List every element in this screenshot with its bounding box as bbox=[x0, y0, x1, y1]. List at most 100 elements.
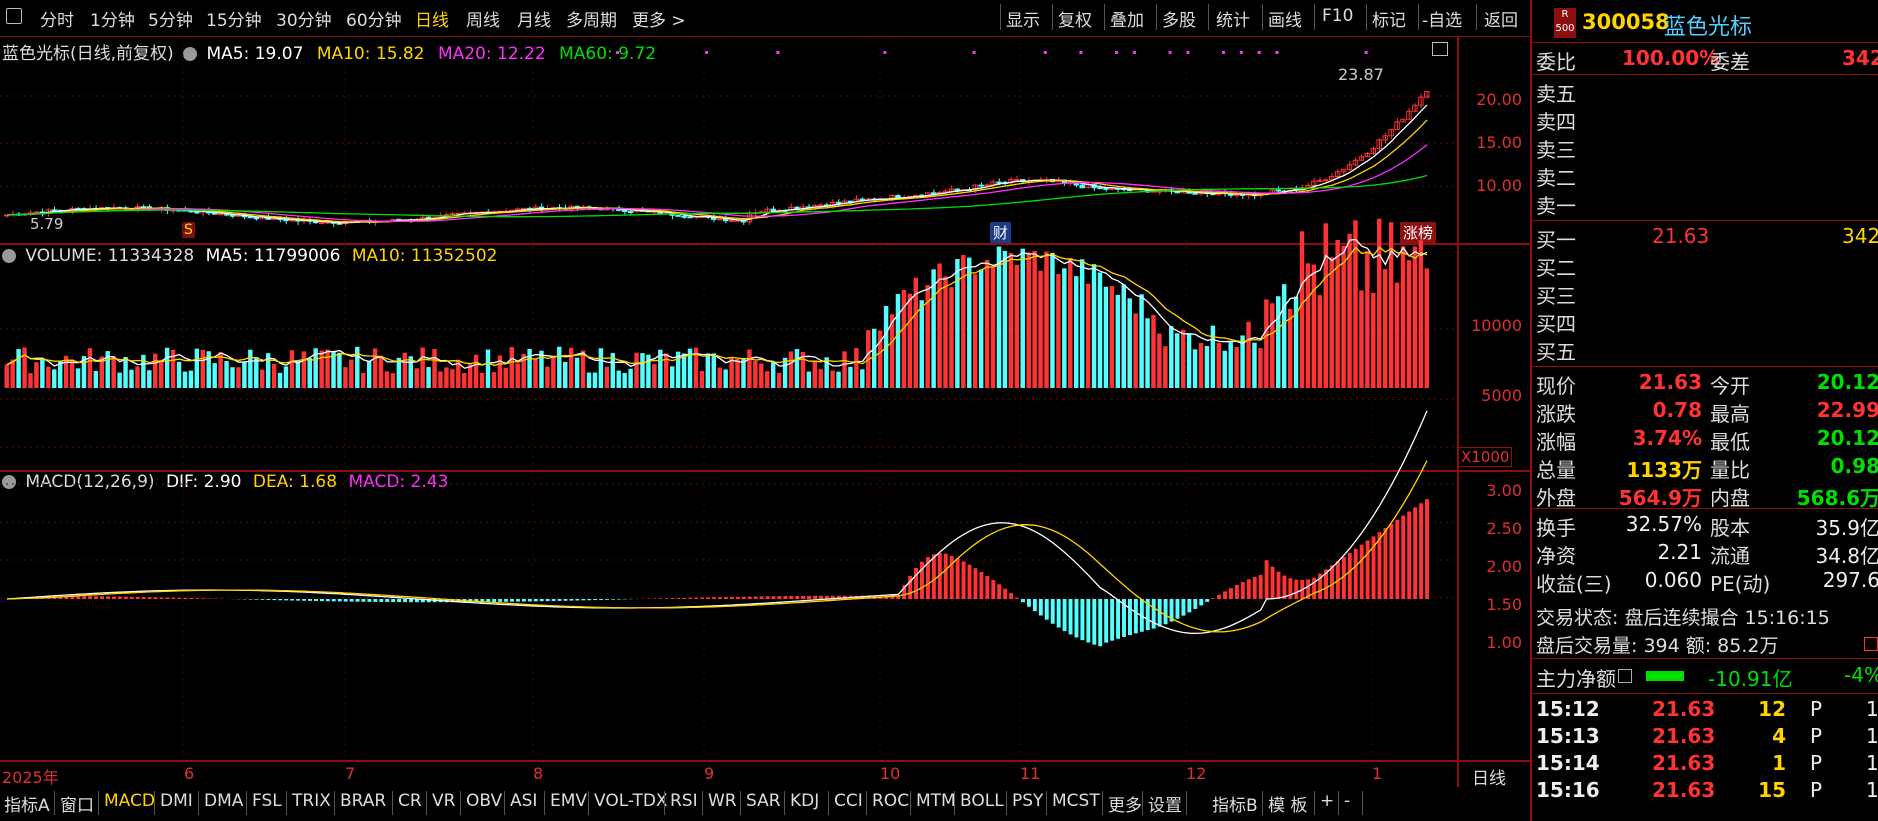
period-fenshi[interactable]: 分时 bbox=[40, 6, 74, 31]
buy-row[interactable]: 买三 bbox=[1532, 280, 1878, 308]
after-trade-icon[interactable] bbox=[1864, 637, 1878, 651]
action-adjust[interactable]: 复权 bbox=[1058, 6, 1092, 31]
indicator-tab[interactable]: ROC bbox=[872, 791, 909, 811]
indicator-tab[interactable]: 窗口 bbox=[60, 791, 94, 816]
period-60min[interactable]: 60分钟 bbox=[346, 6, 402, 31]
buy-row[interactable]: 买一 21.63 342 bbox=[1532, 224, 1878, 252]
indicator-tab[interactable]: OBV bbox=[466, 791, 502, 811]
volume-bar bbox=[402, 352, 408, 388]
buy-row[interactable]: 买五 bbox=[1532, 336, 1878, 364]
action-f10[interactable]: F10 bbox=[1322, 6, 1353, 26]
period-5min[interactable]: 5分钟 bbox=[148, 6, 193, 31]
buy-row[interactable]: 买二 bbox=[1532, 252, 1878, 280]
sell-row[interactable]: 卖一 bbox=[1532, 190, 1878, 218]
indicator-tab[interactable]: 模 板 bbox=[1268, 791, 1307, 816]
volume-bar bbox=[1400, 246, 1406, 388]
indicator-tab[interactable]: WR bbox=[708, 791, 737, 811]
info-value: 32.57% bbox=[1625, 512, 1702, 536]
period-more[interactable]: 更多 > bbox=[632, 6, 686, 31]
candle-body bbox=[681, 215, 687, 218]
period-15min[interactable]: 15分钟 bbox=[206, 6, 262, 31]
volume-bar bbox=[664, 353, 669, 388]
signal-dot bbox=[1132, 51, 1136, 54]
indicator-tab[interactable]: MTM bbox=[916, 791, 956, 811]
main-net-list-icon[interactable] bbox=[1618, 669, 1632, 683]
volume-bar bbox=[1186, 333, 1192, 388]
layout-toggle-icon[interactable] bbox=[6, 8, 22, 24]
action-multi-stock[interactable]: 多股 bbox=[1162, 6, 1196, 31]
volume-bar bbox=[1103, 286, 1109, 388]
volume-bar bbox=[919, 300, 924, 388]
indicator-tab[interactable]: DMI bbox=[160, 791, 193, 811]
indicator-tab[interactable]: DMA bbox=[204, 791, 243, 811]
sell-row[interactable]: 卖三 bbox=[1532, 134, 1878, 162]
indicator-tab[interactable]: ASI bbox=[510, 791, 537, 811]
volume-bar bbox=[1002, 250, 1008, 388]
indicator-tab[interactable]: VOL-TDX bbox=[594, 791, 668, 811]
volume-bar bbox=[236, 367, 241, 388]
tab-separator bbox=[246, 791, 247, 815]
indicator-tab[interactable]: 更多 bbox=[1108, 791, 1142, 816]
buy-price: 21.63 bbox=[1652, 224, 1710, 248]
action-watchlist[interactable]: -自选 bbox=[1422, 6, 1462, 31]
indicator-tab[interactable]: FSL bbox=[252, 791, 282, 811]
volume-bar bbox=[860, 369, 865, 388]
indicator-tab[interactable]: BRAR bbox=[340, 791, 386, 811]
indicator-tab[interactable]: TRIX bbox=[292, 791, 331, 811]
sell-row[interactable]: 卖五 bbox=[1532, 78, 1878, 106]
macd-axis-15: 1.50 bbox=[1486, 595, 1522, 614]
indicator-tab[interactable]: CR bbox=[398, 791, 422, 811]
period-1min[interactable]: 1分钟 bbox=[90, 6, 135, 31]
indicator-tab[interactable]: SAR bbox=[746, 791, 781, 811]
indicator-tab[interactable]: RSI bbox=[670, 791, 698, 811]
action-display[interactable]: 显示 bbox=[1006, 6, 1040, 31]
action-draw[interactable]: 画线 bbox=[1268, 6, 1302, 31]
tick-row: 15:14 21.63 1 P 1 bbox=[1532, 751, 1878, 777]
buy-volume: 342 bbox=[1842, 224, 1878, 248]
volume-bar bbox=[34, 362, 39, 388]
volume-bar bbox=[485, 349, 491, 388]
action-back[interactable]: 返回 bbox=[1484, 6, 1518, 31]
candle-body bbox=[996, 181, 1002, 184]
volume-bar bbox=[289, 350, 295, 388]
sell-row[interactable]: 卖二 bbox=[1532, 162, 1878, 190]
period-weekly[interactable]: 周线 bbox=[466, 6, 500, 31]
volume-bar bbox=[788, 351, 794, 388]
volume-bar bbox=[1074, 276, 1079, 388]
indicator-tab[interactable]: MACD bbox=[104, 791, 155, 811]
volume-bar bbox=[248, 349, 253, 388]
volume-bar bbox=[307, 358, 312, 388]
tab-separator bbox=[1262, 791, 1263, 815]
buy-row[interactable]: 买四 bbox=[1532, 308, 1878, 336]
action-mark[interactable]: 标记 bbox=[1372, 6, 1406, 31]
indicator-tab[interactable]: BOLL bbox=[960, 791, 1004, 811]
sell-row[interactable]: 卖四 bbox=[1532, 106, 1878, 134]
volume-bar bbox=[711, 353, 716, 388]
indicator-tab[interactable]: PSY bbox=[1012, 791, 1043, 811]
indicator-tab[interactable]: - bbox=[1344, 791, 1350, 811]
period-30min[interactable]: 30分钟 bbox=[276, 6, 332, 31]
volume-bar bbox=[384, 371, 390, 388]
after-trade: 盘后交易量: 394 额: 85.2万 bbox=[1536, 635, 1779, 657]
chart-area[interactable] bbox=[0, 36, 1456, 760]
indicator-tab[interactable]: 设置 bbox=[1148, 791, 1182, 816]
period-daily[interactable]: 日线 bbox=[415, 6, 449, 31]
action-overlay[interactable]: 叠加 bbox=[1110, 6, 1144, 31]
indicator-tab[interactable]: MCST bbox=[1052, 791, 1100, 811]
period-monthly[interactable]: 月线 bbox=[517, 6, 551, 31]
period-multi[interactable]: 多周期 bbox=[566, 6, 617, 31]
indicator-tab[interactable]: KDJ bbox=[790, 791, 819, 811]
indicator-tab[interactable]: VR bbox=[432, 791, 455, 811]
tab-separator bbox=[1102, 791, 1103, 815]
indicator-tab[interactable]: 指标A bbox=[4, 791, 50, 816]
volume-bar bbox=[955, 259, 960, 388]
action-stats[interactable]: 统计 bbox=[1216, 6, 1250, 31]
volume-bar bbox=[69, 359, 75, 388]
volume-bar bbox=[1287, 308, 1293, 388]
indicator-tab[interactable]: EMV bbox=[550, 791, 587, 811]
volume-bar bbox=[1050, 252, 1055, 388]
volume-bar bbox=[735, 358, 740, 388]
indicator-tab[interactable]: 指标B bbox=[1212, 791, 1258, 816]
indicator-tab[interactable]: CCI bbox=[834, 791, 863, 811]
indicator-tab[interactable]: + bbox=[1320, 791, 1334, 811]
